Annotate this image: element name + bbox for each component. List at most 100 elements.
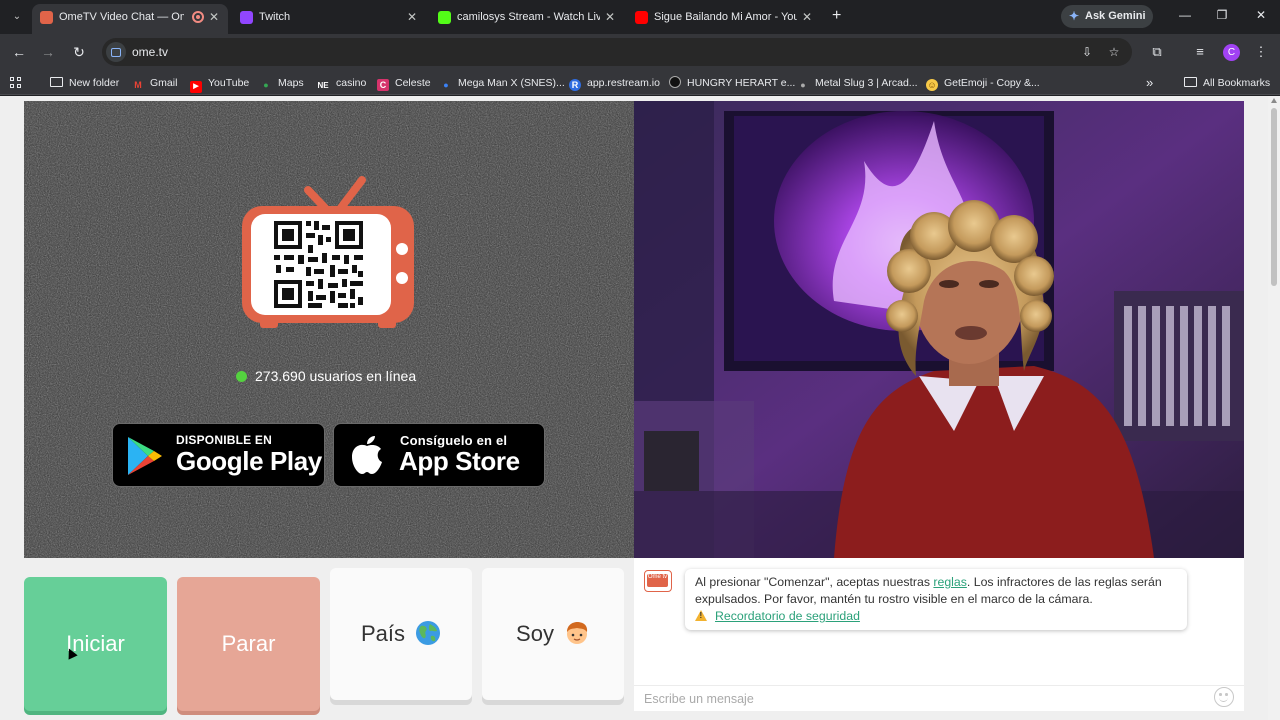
ometv-logo-icon: Ome tv [644,570,672,592]
tab-kick[interactable]: camilosys Stream - Watch Live ✕ [430,5,624,29]
extensions-icon[interactable]: ⧉ [1149,44,1165,60]
site-info-icon[interactable] [106,42,126,62]
scroll-up-arrow-icon[interactable] [1271,98,1277,103]
tab-title: camilosys Stream - Watch Live [457,11,600,23]
tab-youtube[interactable]: Sigue Bailando Mi Amor - YouT ✕ [627,5,821,29]
bookmark-megaman[interactable]: ● Mega Man X (SNES)... [440,71,565,95]
maps-icon: ● [263,80,269,90]
google-play-badge[interactable]: DISPONIBLE EN Google Play [112,423,325,487]
tab-title: OmeTV Video Chat — Ome [59,11,184,23]
close-tab-icon[interactable]: ✕ [208,4,220,30]
online-users-count: 273.690 usuarios en línea [236,366,416,386]
emoji-picker-icon[interactable] [1214,687,1234,707]
scrollbar-thumb[interactable] [1271,108,1277,286]
google-play-big-text: Google Play [176,446,322,476]
close-window-button[interactable]: ✕ [1254,8,1268,22]
online-users-label: 273.690 usuarios en línea [255,368,417,384]
more-bookmarks-icon[interactable]: » [1146,71,1153,95]
bookmark-label: Metal Slug 3 | Arcad... [815,77,918,89]
bookmark-getemoji[interactable]: ☺ GetEmoji - Copy &... [926,71,1040,95]
all-bookmarks-label: All Bookmarks [1203,77,1271,89]
ask-gemini-button[interactable]: ✦ Ask Gemini [1061,5,1153,28]
forward-button[interactable]: → [39,43,57,61]
apple-logo-icon [352,436,382,474]
celeste-icon: C [377,79,389,91]
bookmark-label: Maps [278,77,304,89]
profile-avatar[interactable]: C [1223,44,1240,61]
bookmark-hungry[interactable]: HUNGRY HERART e... [669,71,795,95]
youtube-icon: ▶ [190,81,202,93]
google-play-small-text: DISPONIBLE EN [176,433,272,447]
bookmark-restream[interactable]: Rapp.restream.io [569,71,660,95]
tab-ometv[interactable]: OmeTV Video Chat — Ome ✕ [32,4,228,34]
bookmark-metalslug[interactable]: ● Metal Slug 3 | Arcad... [797,71,918,95]
bookmark-label: Celeste [395,77,431,89]
bookmark-casino[interactable]: NE casino [316,71,366,95]
gemini-spark-icon: ✦ [1069,9,1080,23]
apps-grid-icon[interactable] [10,77,22,89]
install-app-icon[interactable]: ⇩ [1080,45,1094,59]
page-scrollbar[interactable] [1268,96,1280,720]
tab-twitch[interactable]: Twitch ✕ [232,5,426,29]
tab-title: Sigue Bailando Mi Amor - YouT [654,11,797,23]
country-label: País [360,621,406,646]
google-play-icon [128,437,162,475]
bookmark-new-folder[interactable]: New folder [50,71,119,95]
ask-gemini-label: Ask Gemini [1085,10,1146,22]
safety-reminder-link[interactable]: Recordatorio de seguridad [715,609,860,623]
boy-emoji-icon [566,622,588,644]
close-tab-icon[interactable]: ✕ [406,5,418,29]
bookmark-label: YouTube [208,77,250,89]
start-button[interactable]: Iniciar [24,577,167,711]
message-input[interactable] [634,685,1244,711]
address-bar[interactable]: ome.tv ⇩ ☆ [102,38,1132,66]
new-tab-button[interactable]: + [832,7,846,25]
close-tab-icon[interactable]: ✕ [604,5,616,29]
chat-panel: Ome tv Al presionar "Comenzar", aceptas … [634,558,1244,711]
hungry-icon [669,76,681,88]
rules-link[interactable]: reglas [933,575,967,589]
online-status-dot [236,371,247,382]
ometv-qr-tv-icon [242,176,414,328]
media-controls-icon[interactable]: ≡ [1192,44,1208,60]
bookmark-star-icon[interactable]: ☆ [1107,45,1121,59]
gender-label: Soy [516,621,554,646]
bookmark-maps[interactable]: ● Maps [260,71,304,95]
globe-icon [416,621,441,645]
notice-text-before: Al presionar "Comenzar", aceptas nuestra… [695,575,934,589]
emoji-icon: ☺ [926,79,938,91]
close-tab-icon[interactable]: ✕ [801,5,813,29]
tab-title: Twitch [259,11,291,23]
gender-button[interactable]: Soy [482,568,624,700]
reload-button[interactable]: ↻ [70,43,88,61]
browser-toolbar: ← → ↻ ome.tv ⇩ ☆ ⧉ ≡ C ⋮ [0,34,1280,71]
bookmark-label: casino [336,77,367,89]
app-store-big-text: App Store [399,446,520,476]
recording-icon [192,11,204,23]
megaman-icon: ● [443,80,449,90]
tab-search-button[interactable]: ⌄ [8,8,26,26]
bookmark-celeste[interactable]: C Celeste [377,71,431,95]
bookmark-gmail[interactable]: M Gmail [132,71,177,95]
all-bookmarks[interactable]: All Bookmarks [1184,71,1270,95]
minimize-button[interactable]: — [1178,8,1192,22]
menu-icon[interactable]: ⋮ [1253,44,1269,60]
bookmark-label: New folder [69,77,120,89]
bookmarks-bar: New folder M Gmail ▶ YouTube ● Maps NE casin… [0,71,1280,95]
kick-favicon-icon [438,11,451,24]
youtube-favicon-icon [635,11,648,24]
ometv-favicon-icon [40,11,53,24]
rules-notice: Al presionar "Comenzar", aceptas nuestra… [685,569,1187,630]
gmail-icon: M [134,80,142,90]
maximize-button[interactable]: ❐ [1215,8,1229,22]
folder-icon [1184,77,1197,87]
restream-icon: R [569,79,581,91]
app-store-badge[interactable]: Consíguelo en el App Store [333,423,545,487]
metalslug-icon: ● [800,80,806,90]
bookmark-label: Mega Man X (SNES)... [458,77,565,89]
stop-button[interactable]: Parar [177,577,320,711]
bookmark-youtube[interactable]: ▶ YouTube [190,71,249,95]
country-button[interactable]: País [330,568,472,700]
back-button[interactable]: ← [10,43,28,61]
url-text[interactable]: ome.tv [132,38,168,66]
